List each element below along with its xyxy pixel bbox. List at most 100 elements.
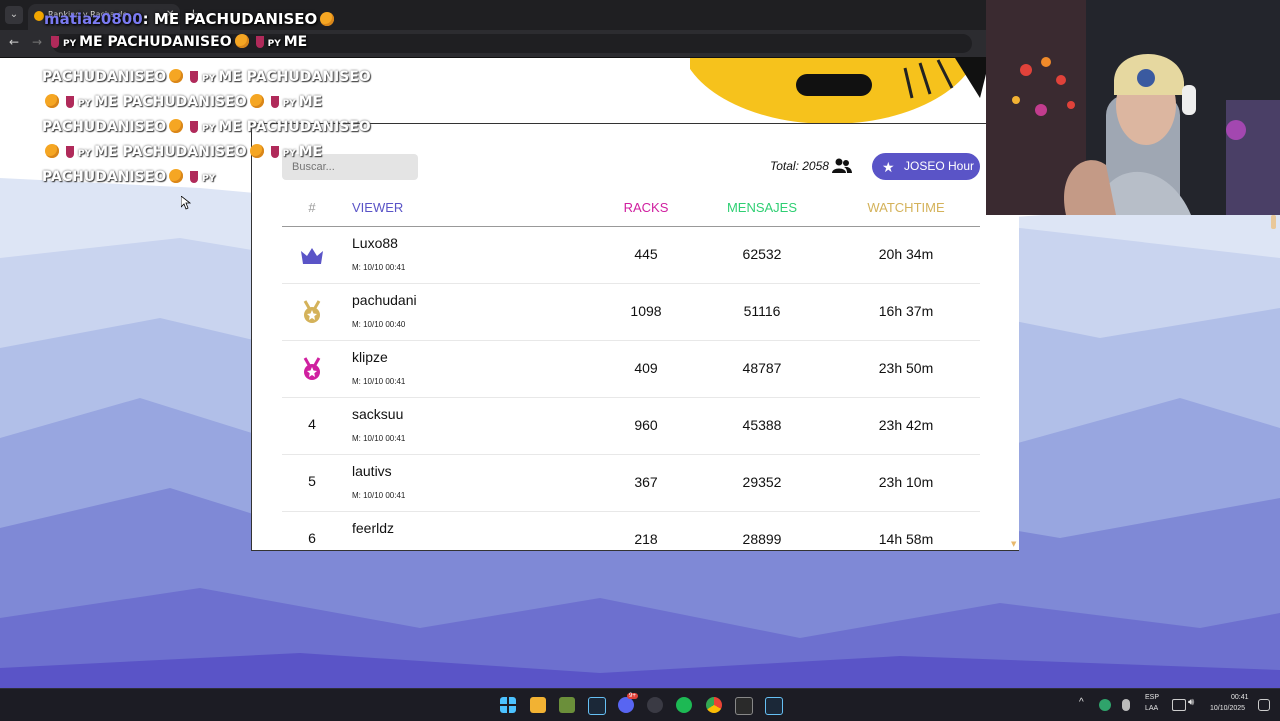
star-icon: ★ bbox=[882, 159, 895, 175]
steam-icon[interactable] bbox=[588, 697, 606, 715]
windows-taskbar: 9+ ^ ESP LAA 🔊︎ 00:41 10/10/2025 bbox=[0, 688, 1280, 721]
header-watchtime[interactable]: WATCHTIME bbox=[856, 200, 956, 215]
viewer-name: klipze bbox=[352, 349, 388, 365]
mensajes-value: 62532 bbox=[742, 246, 782, 262]
chat-username: matiaz0800 bbox=[44, 10, 143, 28]
joseo-hour-label: JOSEO Hour bbox=[904, 159, 975, 173]
cookie-emote-icon bbox=[169, 69, 184, 83]
wine-emote-icon bbox=[190, 71, 199, 83]
emoji-face-icon bbox=[690, 58, 990, 124]
watchtime-value: 23h 42m bbox=[878, 417, 934, 433]
cookie-emote-icon bbox=[249, 144, 264, 158]
microphone-icon[interactable] bbox=[1122, 699, 1130, 711]
wine-emote-icon bbox=[270, 96, 279, 108]
chrome-icon[interactable] bbox=[706, 697, 722, 713]
viewer-last-message: M: 10/10 00:41 bbox=[352, 491, 406, 500]
chat-header-text: : ME PACHUDANISEO bbox=[142, 10, 318, 28]
watchtime-value: 20h 34m bbox=[878, 246, 934, 262]
racks-value: 367 bbox=[634, 474, 658, 490]
cookie-emote-icon bbox=[249, 94, 264, 108]
mouse-cursor-icon bbox=[181, 196, 191, 210]
watchtime-value: 14h 58m bbox=[878, 531, 934, 547]
chat-line: PACHUDANISEO PY ME PACHUDANISEO bbox=[42, 119, 371, 135]
wine-emote-icon bbox=[270, 146, 279, 158]
mensajes-value: 48787 bbox=[742, 360, 782, 376]
table-row[interactable]: pachudani M: 10/10 00:40 1098 51116 16h … bbox=[282, 284, 980, 341]
steam-secondary-icon[interactable] bbox=[765, 697, 783, 715]
language-indicator-top[interactable]: ESP bbox=[1145, 694, 1159, 701]
chat-line: PY ME PACHUDANISEO PY ME bbox=[42, 91, 372, 116]
racks-value: 409 bbox=[634, 360, 658, 376]
wine-emote-icon bbox=[255, 36, 264, 48]
back-arrow-icon[interactable]: ← bbox=[9, 35, 19, 49]
epic-games-icon[interactable] bbox=[735, 697, 753, 715]
volume-icon[interactable]: 🔊︎ bbox=[1188, 697, 1194, 708]
clock-date[interactable]: 10/10/2025 bbox=[1210, 705, 1245, 712]
tray-chevron-icon[interactable]: ^ bbox=[1079, 697, 1084, 708]
chat-line: PY ME PACHUDANISEO PY ME bbox=[42, 141, 372, 166]
notification-icon[interactable] bbox=[1258, 699, 1270, 711]
rank-number: 6 bbox=[308, 530, 316, 546]
cookie-emote-icon bbox=[45, 144, 59, 158]
tab-search-menu-button[interactable]: ⌄ bbox=[5, 6, 23, 24]
minecraft-icon[interactable] bbox=[559, 697, 575, 713]
viewer-name: sacksuu bbox=[352, 406, 404, 422]
header-mensajes[interactable]: MENSAJES bbox=[712, 200, 812, 215]
language-indicator-bottom[interactable]: LAA bbox=[1145, 705, 1158, 712]
wine-emote-icon bbox=[66, 146, 74, 158]
windows-start-icon[interactable] bbox=[500, 697, 516, 713]
racks-value: 960 bbox=[634, 417, 658, 433]
wine-emote-icon bbox=[51, 36, 59, 48]
racks-value: 445 bbox=[634, 246, 658, 262]
ranking-table-body: Luxo88 M: 10/10 00:41 445 62532 20h 34m … bbox=[282, 227, 980, 550]
forward-arrow-icon[interactable]: → bbox=[32, 35, 42, 49]
viewer-name: pachudani bbox=[352, 292, 417, 308]
table-row[interactable]: 6 feerldz 218 28899 14h 58m bbox=[282, 512, 980, 550]
spotify-icon[interactable] bbox=[676, 697, 692, 713]
table-row[interactable]: Luxo88 M: 10/10 00:41 445 62532 20h 34m bbox=[282, 227, 980, 284]
cookie-emote-icon bbox=[169, 169, 184, 183]
cookie-emote-icon bbox=[234, 34, 249, 48]
header-racks[interactable]: RACKS bbox=[606, 200, 686, 215]
total-viewers-label: Total: 2058 bbox=[770, 159, 829, 173]
rank-number: 4 bbox=[308, 416, 316, 432]
watchtime-value: 23h 10m bbox=[878, 474, 934, 490]
viewer-name: feerldz bbox=[352, 520, 395, 536]
wine-emote-icon bbox=[190, 171, 199, 183]
cookie-emote-icon bbox=[45, 94, 59, 108]
file-explorer-icon[interactable] bbox=[530, 697, 546, 713]
chat-line: PACHUDANISEO PY bbox=[42, 169, 216, 185]
table-header: # VIEWER RACKS MENSAJES WATCHTIME bbox=[282, 196, 980, 227]
webcam-overlay bbox=[986, 0, 1280, 215]
gold-medal-icon bbox=[303, 300, 321, 323]
wine-emote-icon bbox=[66, 96, 74, 108]
viewer-name: lautivs bbox=[352, 463, 392, 479]
chat-line: PACHUDANISEO PY ME PACHUDANISEO bbox=[42, 69, 371, 85]
rank-number: 5 bbox=[308, 473, 316, 489]
mensajes-value: 51116 bbox=[743, 303, 781, 319]
panel-scroll-down-icon[interactable]: ▼ bbox=[1011, 540, 1016, 548]
mensajes-value: 45388 bbox=[742, 417, 782, 433]
cookie-emote-icon bbox=[320, 12, 335, 26]
cookie-emote-icon bbox=[169, 119, 184, 133]
users-icon bbox=[832, 158, 852, 173]
page-scrollbar-thumb[interactable] bbox=[1271, 215, 1276, 229]
joseo-hour-button[interactable]: ★ JOSEO Hour bbox=[872, 153, 980, 180]
racks-value: 1098 bbox=[630, 303, 662, 319]
viewer-name: Luxo88 bbox=[352, 235, 398, 251]
table-row[interactable]: 5 lautivs M: 10/10 00:41 367 29352 23h 1… bbox=[282, 455, 980, 512]
pink-medal-icon bbox=[303, 357, 321, 380]
wine-emote-icon bbox=[190, 121, 199, 133]
clock-time[interactable]: 00:41 bbox=[1231, 694, 1249, 701]
table-row[interactable]: klipze M: 10/10 00:41 409 48787 23h 50m bbox=[282, 341, 980, 398]
table-row[interactable]: 4 sacksuu M: 10/10 00:41 960 45388 23h 4… bbox=[282, 398, 980, 455]
tray-app-icon[interactable] bbox=[1099, 699, 1111, 711]
chat-message-line2: PY ME PACHUDANISEO PY ME bbox=[47, 34, 307, 50]
watchtime-value: 23h 50m bbox=[878, 360, 934, 376]
header-viewer[interactable]: VIEWER bbox=[352, 200, 403, 215]
obs-icon[interactable] bbox=[647, 697, 663, 713]
discord-icon[interactable] bbox=[618, 697, 634, 713]
watchtime-value: 16h 37m bbox=[878, 303, 934, 319]
network-icon[interactable] bbox=[1172, 699, 1186, 711]
mensajes-value: 28899 bbox=[742, 531, 782, 547]
